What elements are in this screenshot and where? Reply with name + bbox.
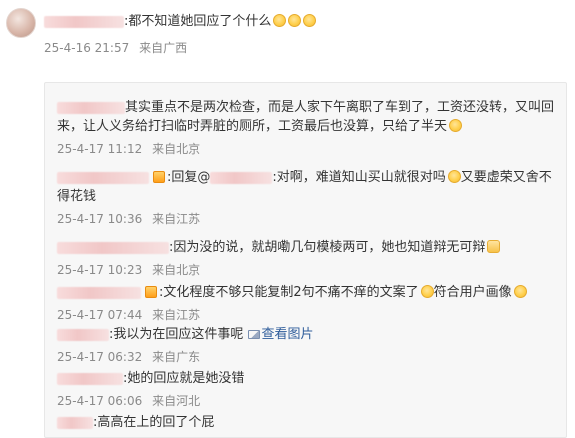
reply-body-continued: 符合用户画像 [433, 285, 512, 300]
reply-body: :我以为在回应这件事呢 [109, 327, 244, 342]
reply-text: :文化程度不够只能复制2句不痛不痒的文案了 符合用户画像 [57, 283, 557, 302]
reply-body: :因为没的说，就胡嘞几句模棱两可，她也知道辩无可辩 [169, 240, 486, 255]
blurred-username[interactable] [57, 286, 141, 299]
emoji-icon [303, 14, 317, 27]
comment-thread: :都不知道她回应了个什么 25-4-16 21:57 来自广西 其实重点不是两次… [0, 0, 575, 438]
reply-badge-icon [153, 171, 165, 183]
reply-body: :高高在上的回了个屁 [93, 415, 215, 430]
view-image-label: 查看图片 [261, 327, 314, 342]
reply-source: 来自北京 [152, 142, 201, 156]
reply-item: :她的回应就是她没错 25-4-17 06:06 来自河北 [57, 369, 557, 411]
reply-item: :高高在上的回了个屁 [57, 413, 557, 432]
thumb-down-icon [487, 240, 501, 253]
reply-source: 来自江苏 [152, 212, 201, 226]
reply-item: :文化程度不够只能复制2句不痛不痒的文案了 符合用户画像 25-4-17 07:4… [57, 283, 557, 325]
reply-source: 来自北京 [152, 263, 201, 277]
reply-text: :回复@:对啊，难道知山买山就很对吗 又要虚荣又舍不得花钱 [57, 168, 557, 206]
reply-time: 25-4-17 11:12 [57, 142, 143, 156]
reply-source: 来自广东 [152, 350, 201, 364]
avatar[interactable] [6, 8, 36, 38]
view-image-link[interactable]: 查看图片 [247, 327, 314, 342]
top-comment: :都不知道她回应了个什么 25-4-16 21:57 来自广西 [0, 0, 575, 70]
reply-meta: 25-4-17 06:32 来自广东 [57, 348, 557, 367]
blurred-username[interactable] [57, 241, 169, 254]
reply-meta: 25-4-17 06:06 来自河北 [57, 392, 557, 411]
reply-time: 25-4-17 07:44 [57, 308, 143, 322]
reply-text: :因为没的说，就胡嘞几句模棱两可，她也知道辩无可辩 [57, 238, 557, 257]
emoji-icon [447, 170, 461, 183]
reply-time: 25-4-17 06:06 [57, 394, 143, 408]
blurred-username[interactable] [210, 171, 273, 184]
reply-text: 其实重点不是两次检查，而是人家下午离职了车到了，工资还没转，又叫回来，让人义务给… [57, 98, 557, 136]
emoji-icon [420, 285, 434, 298]
reply-time: 25-4-17 10:23 [57, 263, 143, 277]
reply-item: :因为没的说，就胡嘞几句模棱两可，她也知道辩无可辩 25-4-17 10:23 … [57, 238, 557, 280]
blurred-username[interactable] [57, 101, 125, 114]
reply-item: 其实重点不是两次检查，而是人家下午离职了车到了，工资还没转，又叫回来，让人义务给… [57, 98, 557, 159]
blurred-username[interactable] [57, 171, 149, 184]
reply-meta: 25-4-17 07:44 来自江苏 [57, 306, 557, 325]
reply-prefix: :回复@ [167, 170, 211, 185]
emoji-icon [513, 285, 527, 298]
reply-badge-icon [145, 286, 157, 298]
blurred-username[interactable] [57, 328, 109, 341]
reply-body: 其实重点不是两次检查，而是人家下午离职了车到了，工资还没转，又叫回来，让人义务给… [57, 100, 555, 134]
reply-time: 25-4-17 10:36 [57, 212, 143, 226]
reply-item: :我以为在回应这件事呢 查看图片 25-4-17 06:32 来自广东 [57, 325, 557, 367]
reply-body: :文化程度不够只能复制2句不痛不痒的文案了 [159, 285, 419, 300]
replies-panel: 其实重点不是两次检查，而是人家下午离职了车到了，工资还没转，又叫回来，让人义务给… [44, 82, 567, 438]
comment-time: 25-4-16 21:57 [44, 41, 130, 55]
reply-text: :她的回应就是她没错 [57, 369, 557, 388]
blurred-username[interactable] [44, 15, 124, 28]
reply-meta: 25-4-17 10:23 来自北京 [57, 261, 557, 280]
comment-source: 来自广西 [139, 41, 188, 55]
emoji-icon [449, 119, 463, 132]
reply-body: :她的回应就是她没错 [123, 371, 245, 386]
reply-meta: 25-4-17 10:36 来自江苏 [57, 210, 557, 229]
top-comment-meta: 25-4-16 21:57 来自广西 [44, 39, 187, 56]
top-comment-text: :都不知道她回应了个什么 [124, 14, 272, 29]
emoji-icon [288, 14, 302, 27]
reply-source: 来自河北 [152, 394, 201, 408]
blurred-username[interactable] [57, 416, 93, 429]
reply-meta: 25-4-17 11:12 来自北京 [57, 140, 557, 159]
reply-body: :对啊，难道知山买山就很对吗 [272, 170, 446, 185]
reply-item: :回复@:对啊，难道知山买山就很对吗 又要虚荣又舍不得花钱 25-4-17 10:… [57, 168, 557, 229]
top-comment-line: :都不知道她回应了个什么 [44, 13, 317, 31]
emoji-icon [273, 14, 287, 27]
image-icon [247, 330, 260, 339]
reply-text: :我以为在回应这件事呢 查看图片 [57, 325, 557, 344]
reply-source: 来自江苏 [152, 308, 201, 322]
reply-text: :高高在上的回了个屁 [57, 413, 557, 432]
blurred-username[interactable] [57, 372, 123, 385]
reply-time: 25-4-17 06:32 [57, 350, 143, 364]
